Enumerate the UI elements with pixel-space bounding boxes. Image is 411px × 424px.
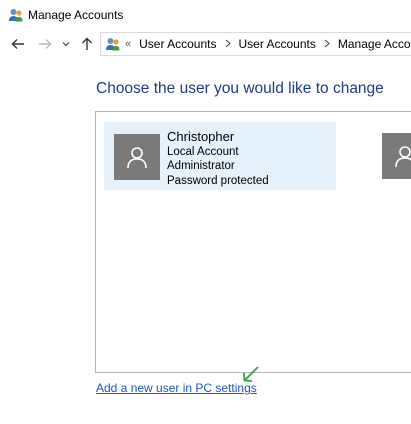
address-bar[interactable]: « User Accounts User Accounts Manage Acc… [100, 32, 411, 56]
breadcrumb-overflow[interactable]: « [125, 38, 131, 50]
arrow-up-icon [82, 37, 92, 50]
forward-button[interactable] [37, 36, 53, 52]
back-button[interactable] [10, 36, 26, 52]
user-icon [395, 146, 411, 168]
user-accounts-icon [9, 9, 23, 22]
page-heading: Choose the user you would like to change [96, 80, 384, 97]
recent-locations-button[interactable] [60, 36, 72, 52]
breadcrumb-user-accounts-1[interactable]: User Accounts [139, 37, 216, 51]
account-name: Christopher [167, 129, 235, 144]
title-bar: Manage Accounts [0, 0, 411, 30]
up-button[interactable] [79, 36, 95, 52]
user-accounts-icon [106, 38, 120, 51]
window-title: Manage Accounts [28, 8, 124, 22]
annotation-arrow-icon [243, 366, 259, 382]
account-tile-partial[interactable] [382, 133, 411, 179]
account-password-status: Password protected [167, 174, 269, 187]
account-tile-christopher[interactable]: Christopher Local Account Administrator … [104, 122, 336, 190]
breadcrumb-separator-icon[interactable] [324, 37, 330, 51]
breadcrumb-user-accounts-2[interactable]: User Accounts [239, 37, 316, 51]
add-new-user-link[interactable]: Add a new user in PC settings [96, 381, 257, 395]
user-icon [127, 147, 147, 169]
arrow-right-icon [39, 39, 52, 49]
chevron-down-icon [62, 42, 70, 47]
avatar [114, 134, 160, 180]
breadcrumb-separator-icon[interactable] [225, 37, 231, 51]
account-type: Local Account [167, 145, 239, 158]
avatar [382, 133, 411, 179]
arrow-left-icon [11, 39, 24, 49]
account-info: Christopher Local Account Administrator … [167, 129, 269, 188]
account-role: Administrator [167, 160, 235, 172]
breadcrumb-manage-accounts[interactable]: Manage Accounts [338, 37, 411, 51]
